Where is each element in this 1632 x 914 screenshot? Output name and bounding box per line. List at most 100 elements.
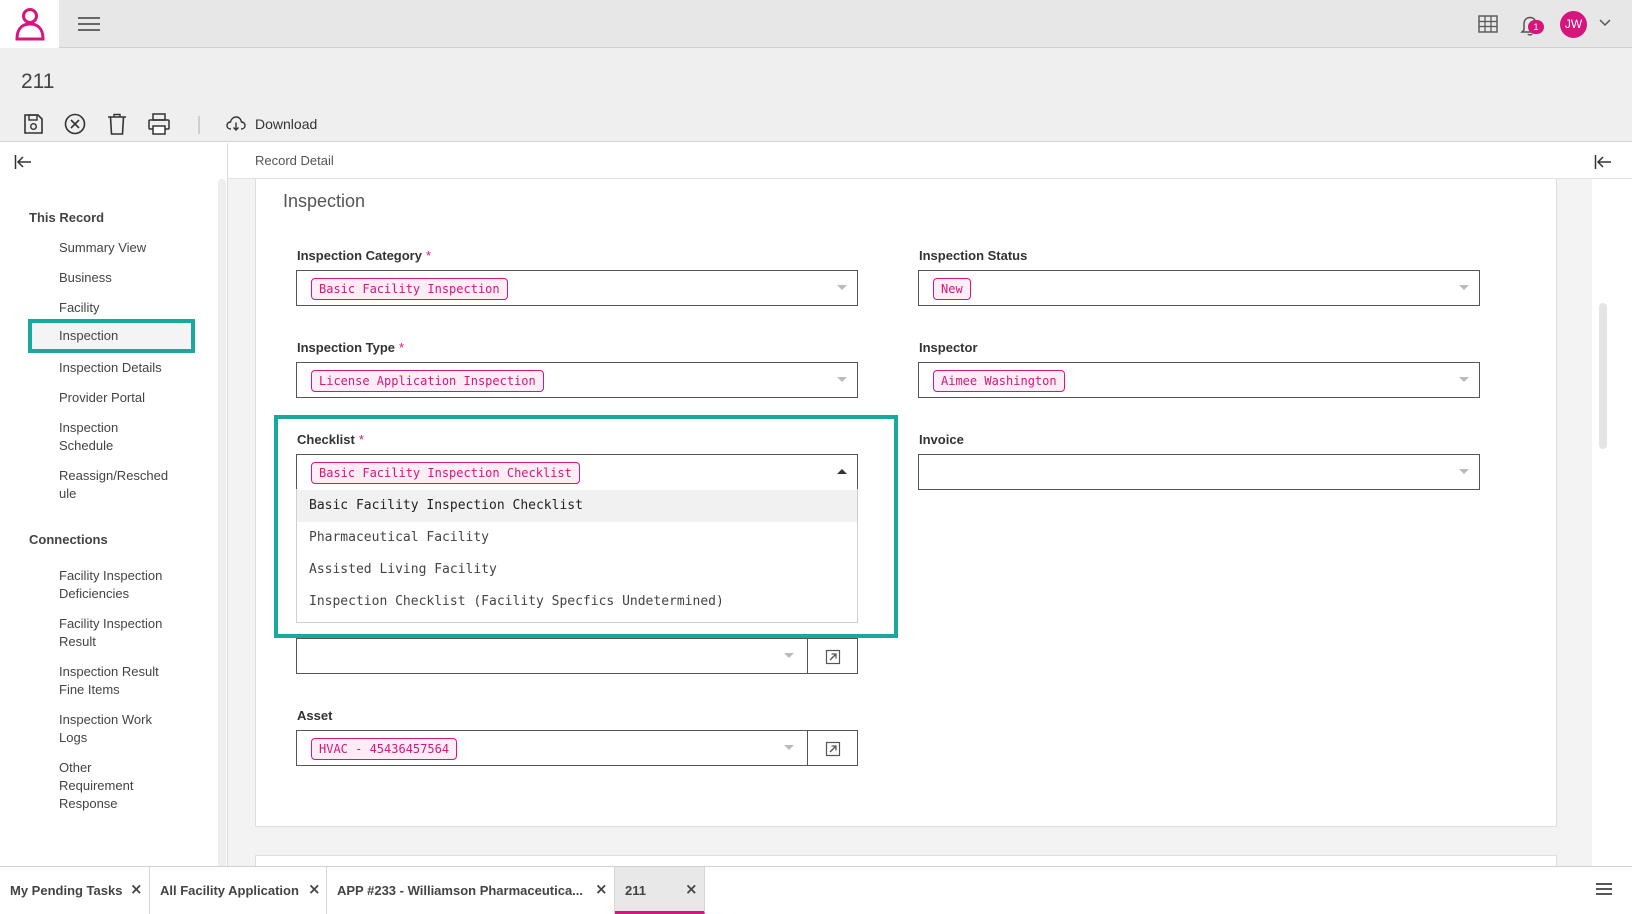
field-label-text: Checklist — [297, 432, 355, 447]
sidebar-item-label: Inspection — [59, 328, 119, 343]
inspection-status-select[interactable]: New — [918, 270, 1480, 306]
app-logo[interactable] — [0, 0, 59, 48]
close-icon[interactable]: × — [308, 880, 321, 898]
sidebar-item-inspection-schedule[interactable]: Inspection Schedule — [59, 419, 149, 455]
tab-all-facility-application[interactable]: All Facility Application × — [150, 867, 327, 914]
save-icon[interactable] — [21, 112, 45, 136]
open-external-icon — [825, 741, 841, 757]
sidebar-item-facility-inspection-result[interactable]: Facility Inspection Result — [59, 615, 179, 651]
open-asset-button[interactable] — [807, 730, 858, 766]
tab-211[interactable]: 211 × — [615, 867, 705, 914]
selected-chip: Basic Facility Inspection — [311, 278, 508, 300]
tab-label: APP #233 - Williamson Pharmaceutica... — [337, 883, 584, 898]
checklist-select[interactable]: Basic Facility Inspection Checklist — [296, 454, 858, 490]
sidebar-item-inspection-work-logs[interactable]: Inspection Work Logs — [59, 711, 169, 747]
selected-chip: HVAC - 45436457564 — [311, 738, 458, 760]
checklist-option[interactable]: Pharmaceutical Facility — [297, 522, 857, 554]
apps-grid-icon[interactable] — [1478, 15, 1498, 33]
breadcrumb-bar: Record Detail — [228, 143, 1632, 179]
sidebar-heading-connections: Connections — [29, 532, 108, 547]
close-icon[interactable]: × — [595, 880, 608, 898]
field-label-text: Inspector — [919, 340, 978, 355]
asset-select[interactable]: HVAC - 45436457564 — [296, 730, 808, 766]
tab-label: 211 — [625, 883, 646, 898]
inspector-label: Inspector — [919, 340, 978, 355]
print-icon[interactable] — [147, 112, 171, 136]
required-marker: * — [399, 340, 405, 355]
sidebar: This Record Summary View Business Facili… — [0, 143, 228, 869]
inspection-category-select[interactable]: Basic Facility Inspection — [296, 270, 858, 306]
avatar[interactable]: JW — [1560, 11, 1587, 38]
selected-chip: New — [933, 278, 971, 300]
inspector-select[interactable]: Aimee Washington — [918, 362, 1480, 398]
section-title: Inspection — [283, 191, 366, 211]
tab-my-pending-tasks[interactable]: My Pending Tasks × — [0, 867, 150, 914]
user-logo-icon — [14, 8, 45, 41]
tab-label: All Facility Application — [160, 883, 299, 898]
tab-app-233[interactable]: APP #233 - Williamson Pharmaceutica... × — [327, 867, 615, 914]
download-button[interactable]: Download — [226, 112, 317, 136]
field-label-text: Inspection Status — [919, 248, 1028, 263]
notification-badge: 1 — [1528, 20, 1544, 34]
next-section-card — [255, 855, 1557, 866]
trash-icon[interactable] — [105, 112, 129, 136]
page-title: 211 — [21, 70, 55, 93]
selected-chip: Aimee Washington — [933, 370, 1065, 392]
field-label-text: Invoice — [919, 432, 964, 447]
checklist-option[interactable]: Assisted Living Facility — [297, 554, 857, 586]
sidebar-item-facility[interactable]: Facility — [59, 299, 199, 317]
tab-menu-icon[interactable] — [1596, 883, 1612, 897]
cloud-download-icon — [226, 116, 246, 131]
sidebar-item-inspection-result-fine-items[interactable]: Inspection Result Fine Items — [59, 663, 179, 699]
inspection-type-select[interactable]: License Application Inspection — [296, 362, 858, 398]
sidebar-item-inspection-details[interactable]: Inspection Details — [59, 359, 199, 377]
inspection-type-label: Inspection Type * — [297, 340, 404, 355]
caret-down-icon — [1459, 285, 1469, 290]
record-header: 211 Download — [0, 48, 1632, 142]
sidebar-item-business[interactable]: Business — [59, 269, 199, 287]
tab-label: My Pending Tasks — [10, 883, 123, 898]
close-icon[interactable]: × — [685, 880, 698, 898]
sidebar-item-summary-view[interactable]: Summary View — [59, 239, 199, 257]
cancel-icon[interactable] — [63, 112, 87, 136]
caret-down-icon — [1459, 377, 1469, 382]
open-record-button[interactable] — [807, 638, 858, 674]
sidebar-item-other-requirement-response[interactable]: Other Requirement Response — [59, 759, 144, 813]
inspection-card: Inspection Inspection Category * Basic Fa… — [255, 179, 1557, 827]
asset-label: Asset — [297, 708, 332, 723]
toolbar-divider — [198, 116, 200, 134]
sidebar-item-provider-portal[interactable]: Provider Portal — [59, 389, 199, 407]
scrollbar-thumb[interactable] — [1599, 303, 1607, 449]
checklist-option[interactable]: Basic Facility Inspection Checklist — [297, 490, 857, 522]
menu-icon[interactable] — [78, 14, 100, 34]
collapse-sidebar-icon[interactable] — [14, 154, 32, 170]
lookup-select[interactable] — [296, 638, 808, 674]
invoice-select[interactable] — [918, 454, 1480, 490]
caret-down-icon — [784, 745, 794, 750]
close-icon[interactable]: × — [130, 880, 143, 898]
chevron-down-icon[interactable] — [1598, 17, 1612, 29]
invoice-label: Invoice — [919, 432, 964, 447]
field-label-text: Inspection Category — [297, 248, 422, 263]
selected-chip: Basic Facility Inspection Checklist — [311, 462, 580, 484]
sidebar-item-facility-inspection-deficiencies[interactable]: Facility Inspection Deficiencies — [59, 567, 179, 603]
required-marker: * — [358, 432, 364, 447]
field-label-text: Inspection Type — [297, 340, 395, 355]
top-bar: 1 JW — [0, 0, 1632, 48]
caret-down-icon — [784, 653, 794, 658]
breadcrumb: Record Detail — [255, 153, 334, 168]
collapse-panel-icon[interactable] — [1594, 154, 1612, 170]
field-label-text: Asset — [297, 708, 333, 723]
checklist-label: Checklist * — [297, 432, 364, 447]
main-scrollbar[interactable] — [1592, 179, 1632, 866]
required-marker: * — [425, 248, 432, 263]
checklist-dropdown: Basic Facility Inspection Checklist Phar… — [296, 489, 858, 623]
selected-chip: License Application Inspection — [311, 370, 544, 392]
checklist-option[interactable]: Inspection Checklist (Facility Specfics … — [297, 586, 857, 618]
sidebar-scrollbar[interactable] — [218, 179, 226, 869]
caret-down-icon — [1459, 469, 1469, 474]
sidebar-item-inspection[interactable]: Inspection — [28, 319, 195, 353]
sidebar-item-reassign-reschedule[interactable]: Reassign/Resched ule — [59, 467, 171, 503]
sidebar-heading-this-record: This Record — [29, 210, 105, 225]
download-label: Download — [255, 116, 318, 132]
